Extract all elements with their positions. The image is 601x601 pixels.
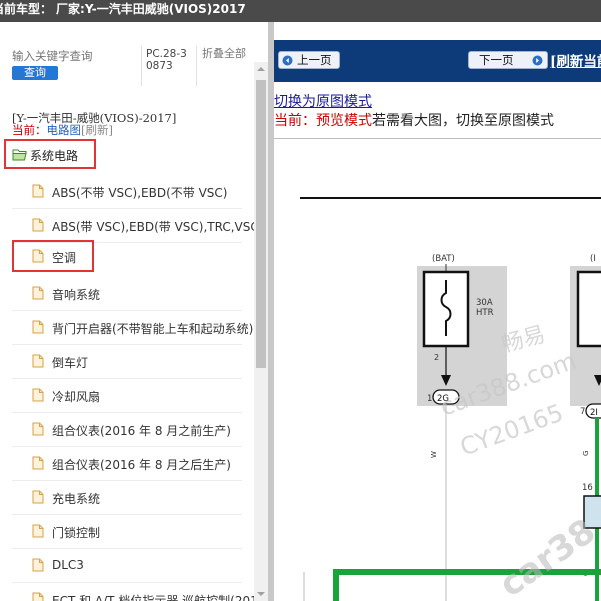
document-icon xyxy=(32,592,44,601)
tree-item-label: ECT 和 A/T 档位指示器,巡航控制(2016) xyxy=(52,594,268,601)
vehicle-model-label: 当前车型： xyxy=(0,2,53,16)
next-page-button[interactable]: 下一页 xyxy=(468,51,548,69)
scroll-down-arrow-icon[interactable] xyxy=(254,587,268,601)
search-button[interactable]: 查询 xyxy=(12,66,58,80)
tree-item-label: ABS(不带 VSC),EBD(不带 VSC) xyxy=(52,186,228,200)
next-page-label: 下一页 xyxy=(479,53,514,67)
folder-open-icon xyxy=(12,149,27,161)
tree-item-label: DLC3 xyxy=(52,558,84,572)
fuse-name: HTR xyxy=(476,308,494,318)
document-icon xyxy=(32,320,44,334)
tree-item-label: 充电系统 xyxy=(52,492,101,506)
tree-item[interactable]: DLC3 xyxy=(12,549,242,583)
right-top-label: (I xyxy=(590,254,596,264)
arrow-left-icon xyxy=(282,55,293,66)
refresh-tree-link[interactable]: [刷新] xyxy=(81,123,113,137)
current-prefix: 当前： xyxy=(12,123,47,137)
document-icon xyxy=(32,490,44,504)
document-icon xyxy=(32,524,44,538)
tree-item[interactable]: 背门开启器(不带智能上车和起动系统) xyxy=(12,311,253,345)
tree-root-label: 系统电路 xyxy=(30,149,79,163)
vehicle-model-value: 厂家:Y-一汽丰田威驰(VIOS)2017 xyxy=(56,2,246,16)
search-area: 查询 xyxy=(8,48,138,80)
wire-color-label: W xyxy=(430,451,438,458)
divider xyxy=(274,138,601,139)
document-icon xyxy=(32,354,44,368)
tree-item[interactable]: 充电系统 xyxy=(12,481,242,515)
wire-green-bus xyxy=(333,569,601,601)
tree-item-label: 组合仪表(2016 年 8 月之后生产) xyxy=(52,458,231,472)
watermark: car38 xyxy=(492,511,601,601)
tree-item[interactable]: 音响系统 xyxy=(12,277,242,311)
tree-item-label: 倒车灯 xyxy=(52,356,89,370)
pc-code: PC.28-30873 xyxy=(146,48,187,72)
view-mode-current: 当前：预览模式 xyxy=(274,113,372,129)
top-header: 当前车型：厂家:Y-一汽丰田威驰(VIOS)2017 xyxy=(0,0,601,22)
connector-right-label: 2I xyxy=(590,408,598,418)
tree-item-label: 背门开启器(不带智能上车和起动系统) xyxy=(52,322,254,336)
document-icon xyxy=(32,249,44,263)
prev-page-label: 上一页 xyxy=(297,53,332,67)
document-icon xyxy=(32,456,44,470)
wire-color-label: G xyxy=(582,451,590,456)
current-location: 当前：电路图[刷新] xyxy=(12,122,113,138)
pin-label: 2 xyxy=(434,353,439,362)
prev-page-button[interactable]: 上一页 xyxy=(278,51,340,69)
switch-original-mode-link[interactable]: 切换为原图模式 xyxy=(274,91,372,111)
page-nav-bar: 上一页 下一页 [刷新当前页] xyxy=(274,40,601,82)
bat-label: (BAT) xyxy=(432,254,455,264)
tree-item[interactable]: ABS(不带 VSC),EBD(不带 VSC) xyxy=(12,175,242,209)
document-icon xyxy=(32,218,44,232)
pin-label: 16 xyxy=(582,483,593,493)
fuse-body xyxy=(576,270,601,348)
view-mode-status: 当前：预览模式若需看大图，切换至原图模式 xyxy=(274,110,554,130)
wiring-diagram: (BAT) 30A HTR 2 1 2G W (I 7 2I G G 16 畅易… xyxy=(300,197,601,601)
view-mode-tip: 若需看大图，切换至原图模式 xyxy=(372,113,554,129)
divider xyxy=(141,46,142,86)
tree-item-label: 组合仪表(2016 年 8 月之前生产) xyxy=(52,424,231,438)
divider xyxy=(196,46,197,86)
pin-label: 7 xyxy=(580,407,585,417)
tree-root-system-circuits[interactable]: 系统电路 xyxy=(4,139,96,169)
tree-item[interactable]: 门锁控制 xyxy=(12,515,242,549)
collapse-all-button[interactable]: 折叠全部 xyxy=(202,48,246,60)
left-panel: 查询 PC.28-30873 折叠全部 [Y-一汽丰田-威驰(VIOS)-201… xyxy=(0,22,268,601)
refresh-page-link[interactable]: [刷新当前页] xyxy=(550,50,601,70)
document-icon xyxy=(32,422,44,436)
document-icon xyxy=(32,558,44,572)
search-input[interactable] xyxy=(8,48,138,64)
fuse-rating: 30A xyxy=(476,298,493,308)
tree-item[interactable]: 冷却风扇 xyxy=(12,379,242,413)
tree-item[interactable]: 组合仪表(2016 年 8 月之后生产) xyxy=(12,447,242,481)
tree-scrollbar[interactable] xyxy=(254,62,268,601)
arrow-right-icon xyxy=(532,55,543,66)
tree-item-label: 冷却风扇 xyxy=(52,390,101,404)
right-panel: 上一页 下一页 [刷新当前页] 切换为原图模式 当前：预览模式若需看大图，切换至… xyxy=(274,22,601,601)
tree-item-air-conditioning[interactable]: 空调 xyxy=(12,240,94,272)
current-link[interactable]: 电路图 xyxy=(47,123,82,137)
document-icon xyxy=(32,184,44,198)
tree-item-label: 音响系统 xyxy=(52,288,101,302)
tree-item-label: 空调 xyxy=(52,251,77,265)
scrollbar-thumb[interactable] xyxy=(256,80,266,368)
tree-item[interactable]: 组合仪表(2016 年 8 月之前生产) xyxy=(12,413,242,447)
pin-label: 1 xyxy=(427,394,432,404)
tree-item[interactable]: 倒车灯 xyxy=(12,345,242,379)
document-icon xyxy=(32,388,44,402)
tree-item-label: 门锁控制 xyxy=(52,526,101,540)
scroll-up-arrow-icon[interactable] xyxy=(254,62,268,76)
tree-item-label: ABS(带 VSC),EBD(带 VSC),TRC,VSC xyxy=(52,220,259,234)
document-icon xyxy=(32,286,44,300)
tree-item[interactable]: ABS(带 VSC),EBD(带 VSC),TRC,VSC xyxy=(12,209,259,243)
tree-item[interactable]: ECT 和 A/T 档位指示器,巡航控制(2016) xyxy=(12,583,268,601)
